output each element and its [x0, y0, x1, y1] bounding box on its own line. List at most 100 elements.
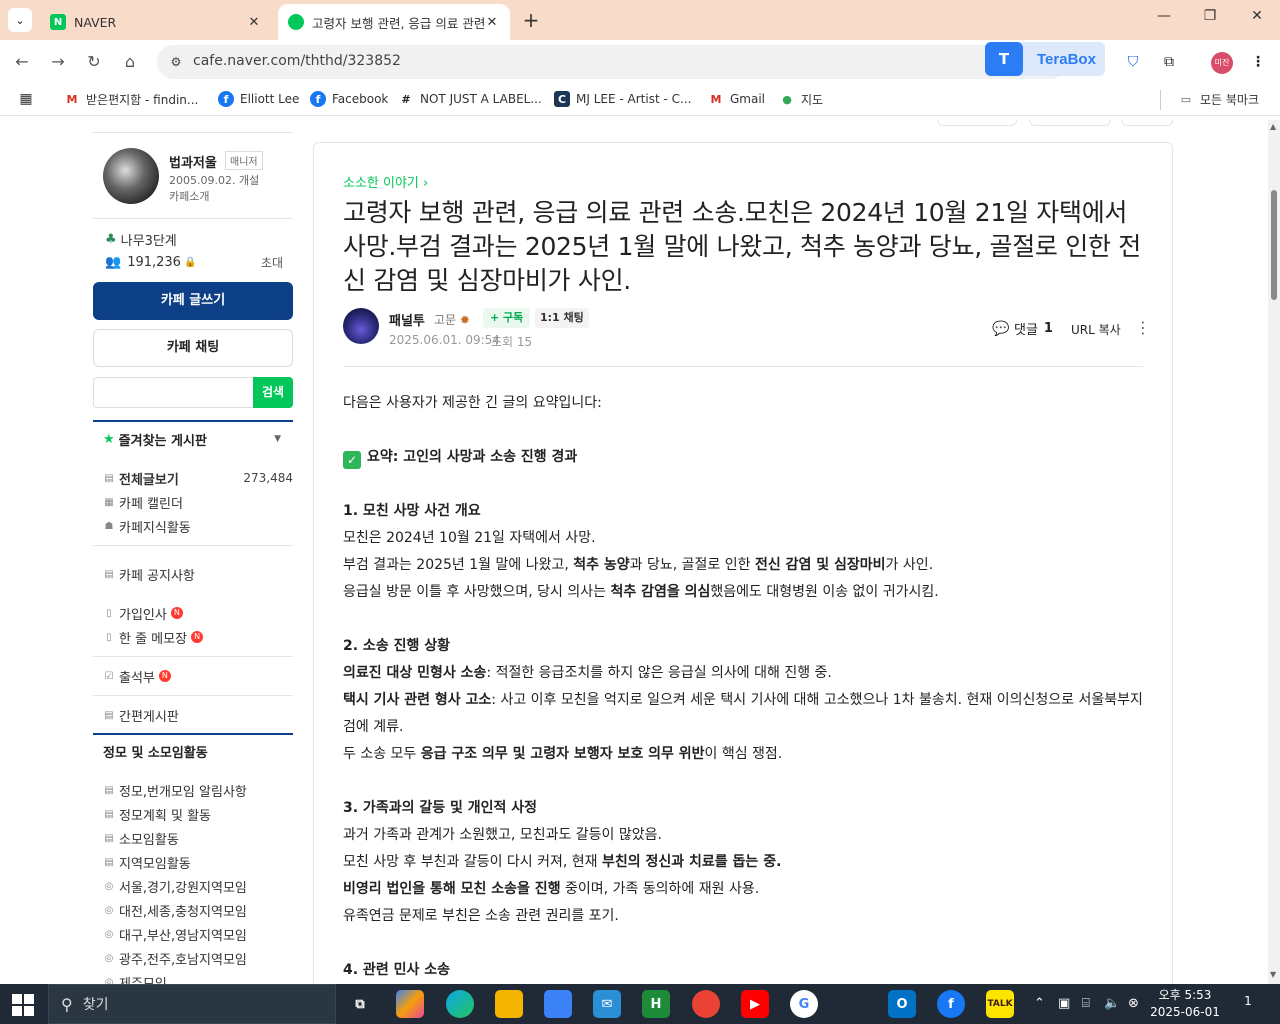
menu-simple-board[interactable]: ▤ 간편게시판 [103, 705, 293, 725]
notification-icon[interactable]: 1 [1238, 994, 1258, 1014]
close-icon[interactable]: ✕ [246, 15, 262, 30]
network-icon[interactable]: ⌸ [1082, 996, 1090, 1011]
bookmark-item[interactable]: M 받은편지함 - findin... [64, 91, 199, 108]
menu-notice[interactable]: ▤ 카페 공지사항 [103, 564, 293, 584]
copilot-icon[interactable] [396, 990, 424, 1018]
restore-button[interactable]: ❐ [1200, 8, 1220, 24]
manager-badge: 매니저 [225, 151, 263, 170]
windows-start-icon[interactable] [12, 994, 34, 1016]
paragraph: 유족연금 문제로 부친은 소송 관련 권리를 포기. [343, 908, 619, 924]
bookmark-item[interactable]: M Gmail [708, 91, 766, 107]
taskbar-search[interactable]: ⚲ 찾기 [48, 984, 336, 1024]
bookmark-item[interactable]: # NOT JUST A LABEL... [398, 91, 541, 107]
member-count[interactable]: 👥 191,236 🔒 초대 [105, 254, 283, 271]
blank [343, 471, 1143, 498]
home-icon[interactable]: ⌂ [120, 52, 140, 72]
apps-icon[interactable]: ▦ [18, 91, 40, 107]
cafe-search-input[interactable] [93, 377, 253, 408]
avatar[interactable]: 미진 [1211, 52, 1233, 74]
favorites-header[interactable]: ★ 즐겨찾는 게시판 ▼ [93, 420, 293, 456]
close-window-button[interactable]: ✕ [1247, 8, 1267, 24]
tab-search-button[interactable]: ⌄ [8, 8, 32, 32]
menu-meetup-plans[interactable]: ▤ 정모계획 및 활동 [103, 804, 293, 824]
scroll-up-icon[interactable]: ▲ [1270, 122, 1276, 131]
write-post-button[interactable]: 카페 글쓰기 [93, 282, 293, 320]
outlook-icon[interactable]: O [888, 990, 916, 1018]
new-tab-button[interactable]: + [520, 8, 542, 32]
board-link[interactable]: 소소한 이야기 › [343, 172, 428, 191]
menu-all-posts[interactable]: ▤ 전체글보기 273,484 [103, 468, 293, 488]
extensions-icon[interactable]: ⧉ [1159, 52, 1179, 72]
close-icon[interactable]: ✕ [484, 15, 500, 30]
menu-jeju[interactable]: ◎ 제주모임 [103, 972, 293, 985]
bookmark-item[interactable]: C MJ LEE - Artist - C... [554, 91, 691, 107]
google-icon[interactable]: G [790, 990, 818, 1018]
scroll-down-icon[interactable]: ▼ [1270, 970, 1276, 979]
scroll-thumb[interactable] [1271, 190, 1277, 300]
menu-attendance[interactable]: ☑ 출석부 N [103, 666, 293, 686]
cafe-level[interactable]: ♣ 나무3단계 [105, 230, 177, 249]
subscribe-button[interactable]: + 구독 [483, 308, 531, 328]
edge-icon[interactable] [446, 990, 474, 1018]
menu-small-groups[interactable]: ▤ 소모임활동 [103, 828, 293, 848]
next-post-tab[interactable] [1029, 120, 1111, 126]
chevron-up-icon[interactable]: ⌃ [1034, 996, 1045, 1011]
store-icon[interactable] [544, 990, 572, 1018]
all-bookmarks-button[interactable]: ▭ 모든 북마크 [1178, 91, 1259, 108]
menu-gwangju[interactable]: ◎ 광주,전주,호남지역모임 [103, 948, 293, 968]
forward-icon[interactable]: → [48, 52, 68, 72]
section-header-meetups[interactable]: 정모 및 소모임활동 [93, 733, 293, 767]
more-icon[interactable]: ⋮ [1135, 318, 1151, 337]
bookmark-item[interactable]: f Elliott Lee [218, 91, 299, 107]
bookmark-item[interactable]: f Facebook [310, 91, 388, 107]
list-tab[interactable] [1121, 120, 1173, 126]
invite-link[interactable]: 초대 [261, 254, 283, 271]
shield-icon[interactable]: ⛉ [1123, 52, 1143, 72]
lock-icon: 🔒 [183, 257, 197, 268]
scrollbar[interactable]: ▲ ▼ [1268, 120, 1280, 984]
mail-icon[interactable]: ✉ [593, 990, 621, 1018]
manager-name[interactable]: 법과저울 [169, 152, 217, 171]
menu-daejeon[interactable]: ◎ 대전,세종,충청지역모임 [103, 900, 293, 920]
menu-seoul[interactable]: ◎ 서울,경기,강원지역모임 [103, 876, 293, 896]
cafe-intro-link[interactable]: 카페소개 [169, 188, 209, 204]
menu-meetup-notice[interactable]: ▤ 정모,번개모임 알림사항 [103, 780, 293, 800]
bookmark-item[interactable]: ● 지도 [779, 91, 823, 108]
menu-daegu[interactable]: ◎ 대구,부산,영남지역모임 [103, 924, 293, 944]
minimize-button[interactable]: — [1154, 8, 1174, 24]
kakaotalk-icon[interactable]: TALK [986, 990, 1014, 1018]
task-view-icon[interactable]: ⧉ [346, 990, 374, 1018]
clock[interactable]: 오후 5:53 2025-06-01 [1150, 987, 1220, 1021]
youtube-icon[interactable]: ▶ [741, 990, 769, 1018]
author-name[interactable]: 패널투 [389, 310, 425, 329]
address-bar[interactable]: ⚙ cafe.naver.com/ththd/323852 [157, 45, 1067, 79]
chrome-icon[interactable] [692, 990, 720, 1018]
menu-knowledge[interactable]: ☗ 카페지식활동 [103, 516, 293, 536]
reload-icon[interactable]: ↻ [84, 52, 104, 72]
menu-greetings[interactable]: ▯ 가입인사 N [103, 603, 293, 623]
facebook-icon[interactable]: f [937, 990, 965, 1018]
terabox-extension[interactable]: T TeraBox [985, 42, 1105, 76]
menu-icon[interactable]: ⋮ [1248, 52, 1268, 72]
site-info-icon[interactable]: ⚙ [167, 53, 185, 71]
menu-one-line-memo[interactable]: ▯ 한 줄 메모장 N [103, 627, 293, 647]
avatar[interactable] [343, 308, 379, 344]
menu-calendar[interactable]: ▦ 카페 캘린더 [103, 492, 293, 512]
comment-button[interactable]: 💬 댓글 1 [992, 319, 1053, 339]
prev-post-tab[interactable] [937, 120, 1017, 126]
mute-icon[interactable]: ⊗ [1128, 996, 1139, 1011]
back-icon[interactable]: ← [12, 52, 32, 72]
one-on-one-chat-button[interactable]: 1:1 채팅 [535, 308, 589, 328]
volume-icon[interactable]: 🔈 [1104, 996, 1120, 1011]
avatar[interactable] [103, 148, 159, 204]
cafe-chat-button[interactable]: 카페 채팅 [93, 329, 293, 367]
menu-regional[interactable]: ▤ 지역모임활동 [103, 852, 293, 872]
url-copy-button[interactable]: URL 복사 [1071, 321, 1121, 338]
tab-naver[interactable]: N NAVER ✕ [40, 4, 272, 40]
file-explorer-icon[interactable] [495, 990, 523, 1018]
hancom-icon[interactable]: H [642, 990, 670, 1018]
chevron-down-icon[interactable]: ▼ [274, 434, 281, 444]
tab-cafe-article[interactable]: 고령자 보행 관련, 응급 의료 관련 소송.모친은 ✕ [278, 4, 510, 40]
search-button[interactable]: 검색 [253, 377, 293, 408]
meet-icon[interactable]: ▣ [1058, 996, 1070, 1011]
